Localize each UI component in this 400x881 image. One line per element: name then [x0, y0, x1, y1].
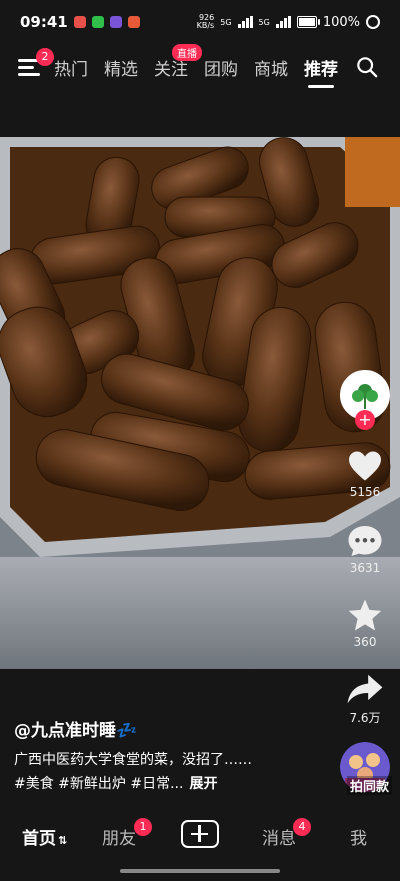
tab-bar: 热门 精选 关注 直播 团购 商城 推荐 [54, 43, 338, 88]
tab-featured[interactable]: 精选 [104, 55, 138, 80]
net-speed-unit: KB/s [196, 21, 215, 30]
signal-icon [275, 16, 291, 28]
tab-recommended[interactable]: 推荐 [304, 55, 338, 88]
ring-icon [366, 15, 380, 29]
tab-following[interactable]: 关注 直播 [154, 43, 202, 80]
author-name[interactable]: @九点准时睡💤 [14, 716, 137, 741]
app-notification-icon [127, 16, 140, 28]
net-speed: 926 KB/s [197, 14, 215, 30]
friends-badge: 1 [134, 818, 152, 836]
author-avatar-wrap[interactable]: + [340, 370, 390, 430]
make-same-label[interactable]: 拍同款 [346, 776, 392, 795]
signal-icon [237, 16, 253, 28]
top-nav: 2 热门 精选 关注 直播 团购 商城 推荐 [0, 43, 400, 88]
hashtags[interactable]: #美食 #新鲜出炉 #日常... [14, 776, 183, 792]
home-indicator[interactable] [120, 869, 280, 873]
follow-button[interactable]: + [355, 410, 375, 430]
share-count: 7.6万 [349, 711, 381, 725]
share-icon [347, 674, 383, 704]
wechat-icon [91, 16, 104, 28]
caption: 广西中医药大学食堂的菜，没招了…… #美食 #新鲜出炉 #日常... 展开 [14, 748, 334, 796]
app-notification-icon [109, 16, 122, 28]
nav-messages[interactable]: 消息 [262, 824, 296, 849]
comment-count: 3631 [349, 561, 381, 575]
comment-button[interactable]: 3631 [340, 524, 390, 575]
nav-friends[interactable]: 朋友 [102, 824, 136, 849]
caption-text: 广西中医药大学食堂的菜，没招了…… [14, 752, 252, 768]
tab-hot[interactable]: 热门 [54, 55, 88, 80]
nav-me[interactable]: 我 [350, 824, 367, 849]
refresh-icon: ⇅ [58, 834, 68, 847]
heart-icon [349, 451, 381, 481]
leaf-icon [352, 384, 378, 409]
status-bar: 09:41 926 KB/s 5G 5G 100% [0, 0, 400, 44]
nav-friends-label: 朋友 [102, 829, 136, 849]
favorite-count: 360 [353, 635, 377, 649]
create-post-button[interactable] [181, 820, 219, 848]
messages-badge: 4 [293, 818, 311, 836]
clock: 09:41 [20, 13, 68, 31]
favorite-button[interactable]: 360 [340, 598, 390, 649]
live-tag: 直播 [172, 43, 202, 61]
nav-home-label: 首页 [22, 829, 56, 849]
tab-group-buy[interactable]: 团购 [204, 55, 238, 80]
network-type: 5G [258, 17, 270, 27]
comment-icon [348, 526, 382, 556]
share-button[interactable]: 7.6万 [340, 672, 390, 726]
battery-percent: 100% [322, 14, 360, 30]
like-button[interactable]: 5156 [340, 450, 390, 499]
nav-messages-label: 消息 [262, 829, 296, 849]
menu-badge: 2 [36, 48, 54, 66]
expand-button[interactable]: 展开 [189, 776, 217, 792]
search-icon[interactable] [356, 56, 378, 78]
nav-me-label: 我 [350, 829, 367, 849]
network-type: 5G [220, 17, 232, 27]
nav-home[interactable]: 首页 ⇅ [22, 824, 67, 849]
caption-hashtags-row: #美食 #新鲜出炉 #日常... 展开 [14, 772, 334, 796]
tab-mall[interactable]: 商城 [254, 55, 288, 80]
battery-icon [296, 16, 320, 28]
like-count: 5156 [349, 485, 381, 499]
tab-following-label: 关注 [154, 59, 188, 80]
bottom-nav: 首页 ⇅ 朋友 1 消息 4 我 [0, 804, 400, 881]
app-notification-icon [73, 16, 86, 28]
status-left: 09:41 [20, 13, 140, 31]
status-right: 926 KB/s 5G 5G 100% [197, 14, 380, 30]
star-icon [348, 599, 382, 631]
